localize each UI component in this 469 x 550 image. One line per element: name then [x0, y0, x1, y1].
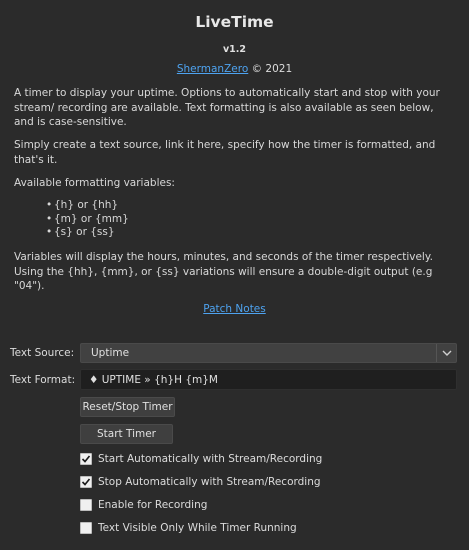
- checkbox-checked-icon[interactable]: [80, 453, 92, 465]
- intro-text: A timer to display your uptime. Options …: [14, 87, 440, 128]
- author-link[interactable]: ShermanZero: [177, 63, 248, 75]
- plugin-title: LiveTime: [195, 13, 274, 31]
- variables-list: {h} or {hh} {m} or {mm} {s} or {ss}: [46, 199, 129, 240]
- instructions-text: Simply create a text source, link it her…: [14, 139, 436, 166]
- text-visible-checkbox[interactable]: Text Visible Only While Timer Running: [80, 521, 297, 535]
- version-label: v1.2: [222, 44, 247, 55]
- variable-seconds: {s} or {ss}: [46, 226, 129, 240]
- variables-heading: Available formatting variables:: [14, 177, 175, 189]
- stop-auto-checkbox[interactable]: Stop Automatically with Stream/Recording: [80, 475, 321, 489]
- text-format-input[interactable]: ♦ UPTIME » {h}H {m}M: [80, 369, 457, 390]
- variable-minutes: {m} or {mm}: [46, 213, 129, 227]
- text-source-label: Text Source:: [10, 347, 75, 359]
- text-source-value: Uptime: [91, 347, 130, 359]
- variables-note: Variables will display the hours, minute…: [14, 251, 433, 292]
- enable-recording-label: Enable for Recording: [98, 499, 208, 511]
- author-line: ShermanZero © 2021: [0, 63, 469, 75]
- start-auto-label: Start Automatically with Stream/Recordin…: [98, 453, 323, 465]
- checkbox-checked-icon[interactable]: [80, 476, 92, 488]
- variable-hours: {h} or {hh}: [46, 199, 129, 213]
- checkbox-unchecked-icon[interactable]: [80, 499, 92, 511]
- patch-notes-link[interactable]: Patch Notes: [203, 303, 266, 315]
- enable-recording-checkbox[interactable]: Enable for Recording: [80, 498, 207, 512]
- chevron-down-icon[interactable]: [436, 344, 456, 362]
- stop-auto-label: Stop Automatically with Stream/Recording: [98, 476, 321, 488]
- patch-notes-row: Patch Notes: [0, 303, 469, 315]
- text-format-label: Text Format:: [10, 374, 76, 386]
- reset-stop-timer-button[interactable]: Reset/Stop Timer: [80, 397, 175, 417]
- start-timer-button[interactable]: Start Timer: [80, 424, 173, 444]
- text-source-select[interactable]: Uptime: [80, 343, 457, 363]
- text-visible-label: Text Visible Only While Timer Running: [98, 522, 297, 534]
- start-auto-checkbox[interactable]: Start Automatically with Stream/Recordin…: [80, 452, 322, 466]
- copyright-text: © 2021: [251, 63, 293, 75]
- checkbox-unchecked-icon[interactable]: [80, 522, 92, 534]
